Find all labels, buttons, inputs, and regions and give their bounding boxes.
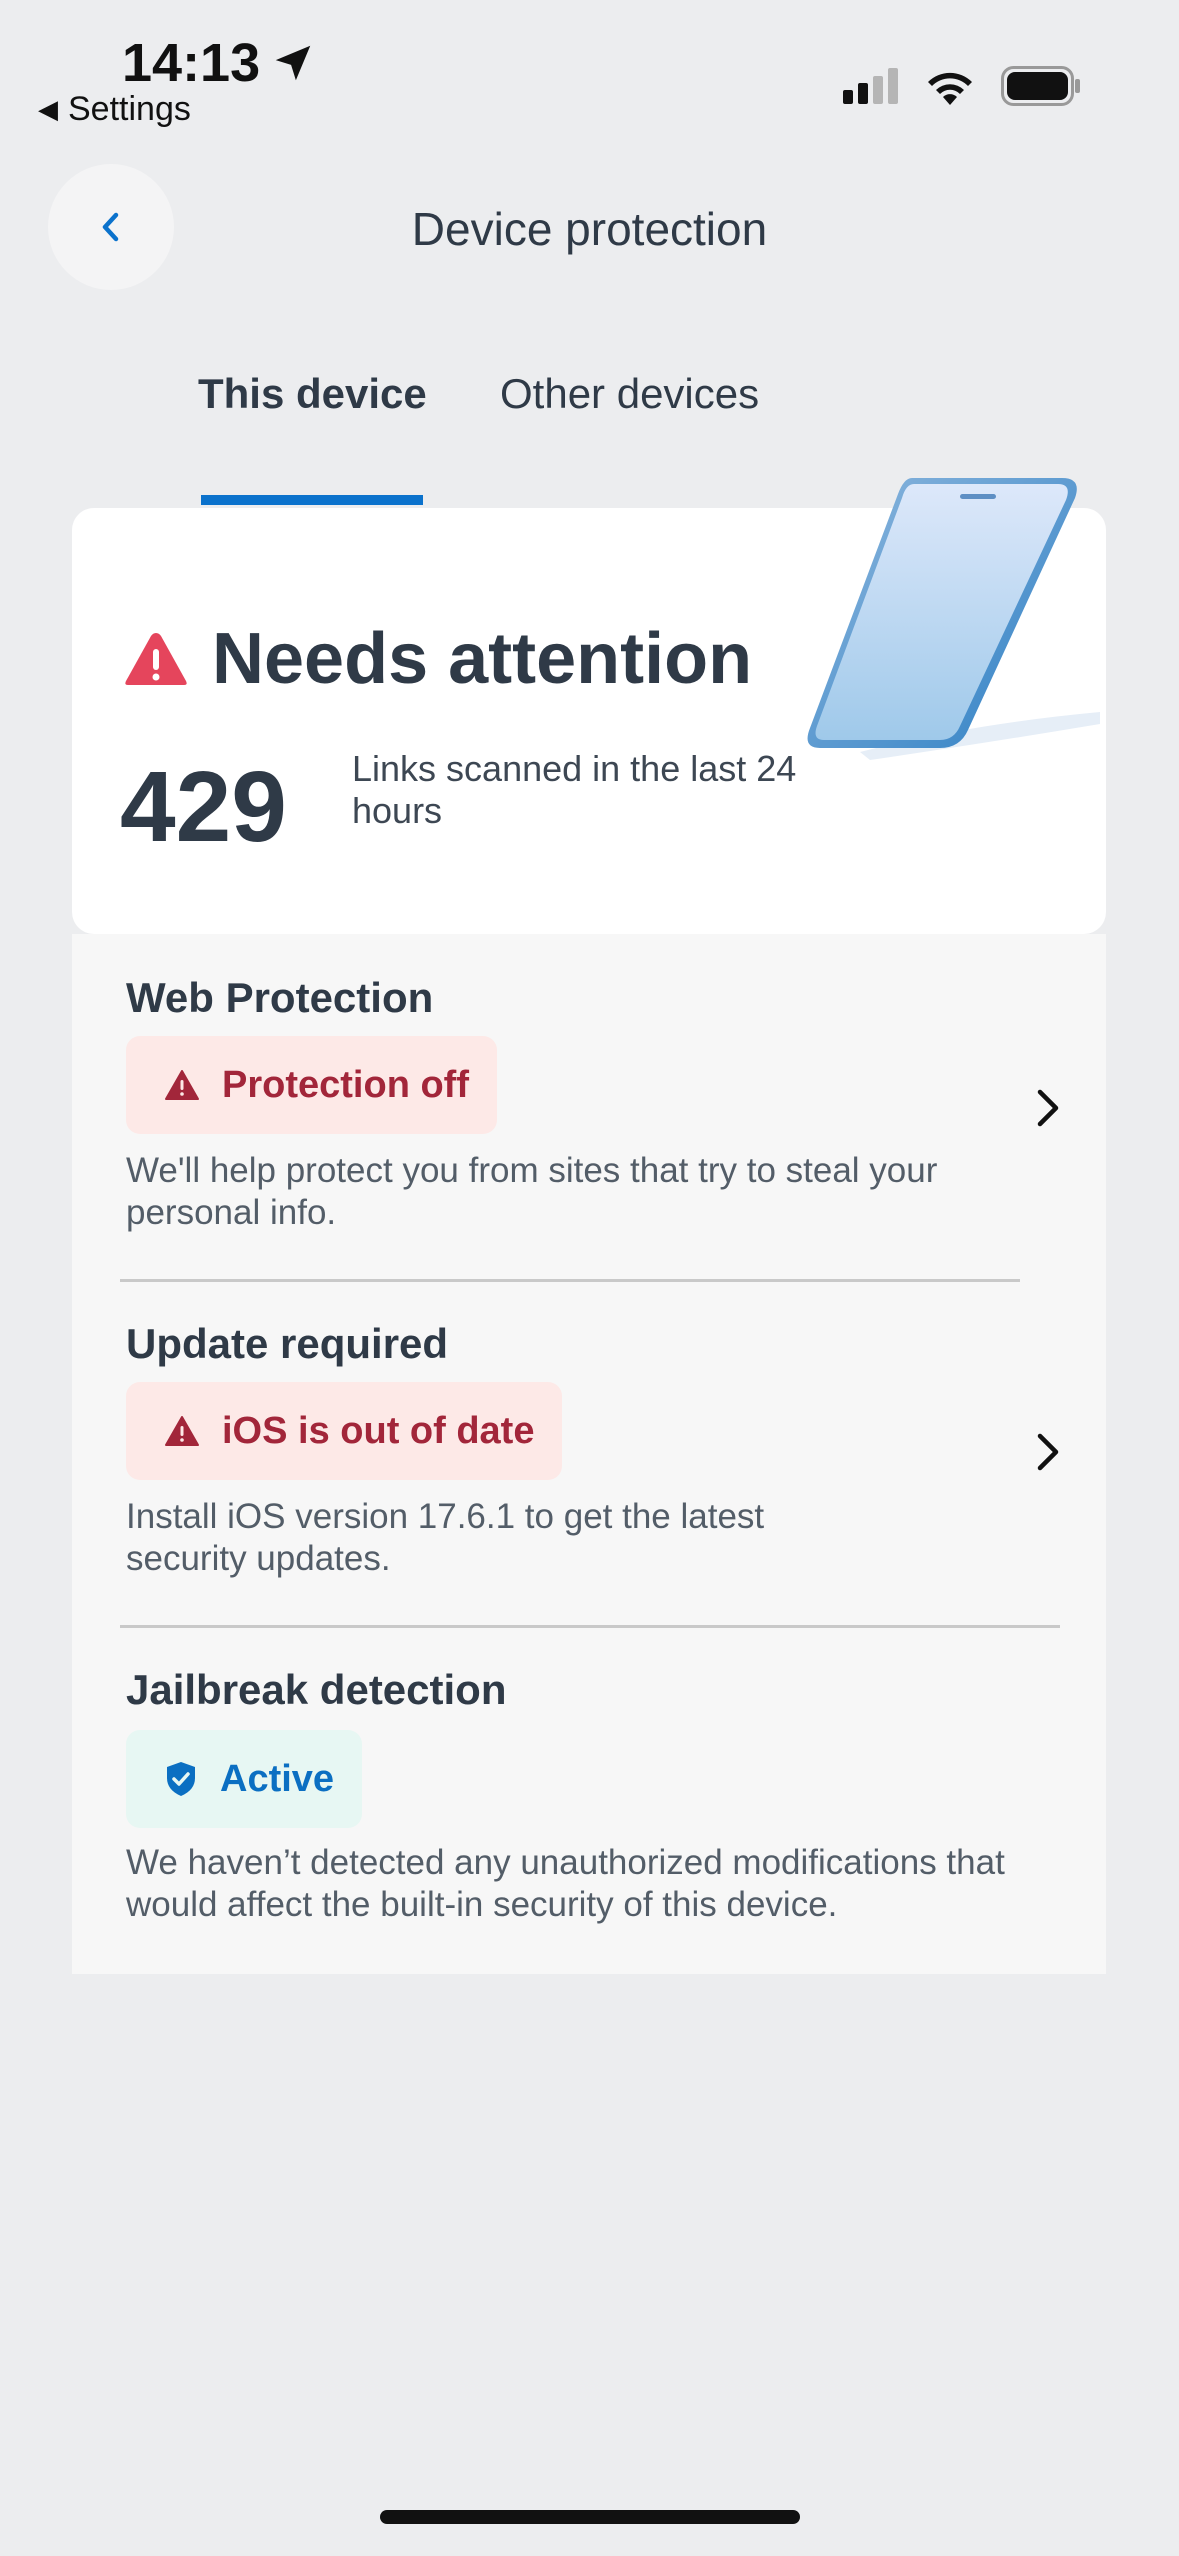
warning-icon (125, 633, 187, 685)
back-triangle-icon: ◀ (38, 94, 58, 124)
status-badge-label: iOS is out of date (222, 1409, 535, 1452)
section-title: Web Protection (126, 974, 434, 1021)
status-time-text: 14:13 (122, 33, 261, 93)
battery-icon (1001, 66, 1080, 106)
section-divider (120, 1279, 1020, 1282)
section-title: Update required (126, 1320, 449, 1367)
status-badge-label: Protection off (222, 1063, 469, 1106)
chevron-right-icon (1037, 1433, 1059, 1471)
tab-other-devices[interactable]: Other devices (500, 370, 759, 418)
links-scanned-count: 429 (120, 751, 287, 863)
status-badge: Active (126, 1730, 363, 1828)
cellular-signal-icon (843, 68, 898, 104)
page-title: Device protection (411, 203, 768, 255)
tab-this-device[interactable]: This device (198, 370, 427, 418)
tab-selected-indicator (201, 495, 423, 505)
links-scanned-label: Links scanned in the last 24 hours (352, 748, 797, 831)
status-badge: Protection off (126, 1036, 497, 1134)
screen: 14:13 ◀ Settings Device protection This … (0, 0, 1179, 2556)
section-description: We'll help protect you from sites that t… (126, 1151, 938, 1232)
section-title: Jailbreak detection (126, 1666, 507, 1713)
status-indicators (843, 66, 1081, 106)
status-time: 14:13 (122, 32, 316, 94)
phone-illustration (807, 478, 1100, 760)
status-badge-label: Active (220, 1757, 335, 1800)
warning-icon (165, 1416, 199, 1446)
status-badge: iOS is out of date (126, 1382, 563, 1480)
back-to-settings-label: Settings (68, 90, 191, 128)
chevron-right-icon (1037, 1089, 1059, 1127)
section-description: We haven’t detected any unauthorized mod… (126, 1843, 1005, 1924)
home-indicator[interactable] (380, 2510, 800, 2524)
location-arrow-icon (275, 45, 311, 81)
back-to-settings-link[interactable]: ◀ Settings (38, 90, 191, 129)
warning-icon (165, 1070, 199, 1100)
status-title: Needs attention (212, 619, 753, 699)
section-divider (120, 1625, 1060, 1628)
section-description: Install iOS version 17.6.1 to get the la… (126, 1497, 765, 1578)
wifi-icon (928, 72, 972, 105)
shield-check-icon (167, 1762, 195, 1796)
status-row: Needs attention (124, 618, 752, 700)
